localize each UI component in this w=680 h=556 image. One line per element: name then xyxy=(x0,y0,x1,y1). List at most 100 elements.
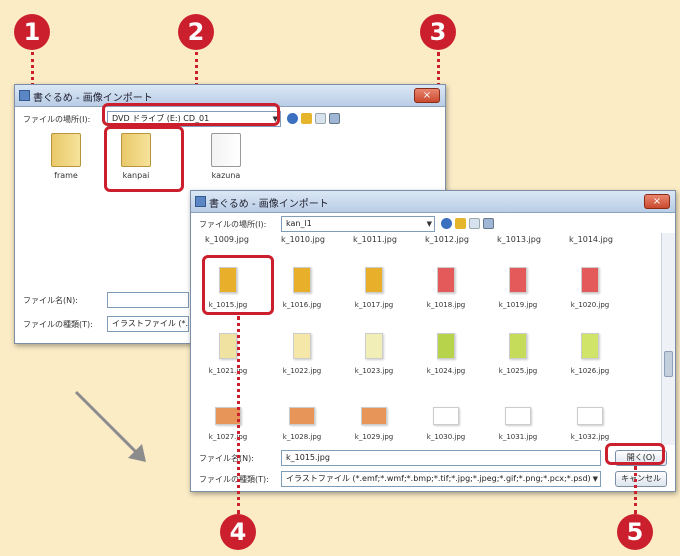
highlight-folder xyxy=(104,126,184,192)
thumbnail xyxy=(437,267,455,293)
file-name: k_1019.jpg xyxy=(498,301,538,309)
file-item[interactable]: k_1027.jpg xyxy=(193,403,263,441)
file-item[interactable]: k_1019.jpg xyxy=(483,267,553,309)
step-badge-5: 5 xyxy=(617,514,653,550)
up-folder-icon[interactable] xyxy=(301,113,312,124)
highlight-selected-file xyxy=(202,255,274,315)
chevron-down-icon: ▼ xyxy=(592,475,598,483)
file-item[interactable]: k_1022.jpg xyxy=(267,333,337,375)
location-label: ファイルの場所(I): xyxy=(23,115,91,124)
folder-label: frame xyxy=(54,171,78,180)
filename-value: k_1015.jpg xyxy=(286,453,330,462)
app-icon xyxy=(195,196,206,207)
file-name: k_1024.jpg xyxy=(426,367,466,375)
view-menu-icon[interactable] xyxy=(329,113,340,124)
file-item[interactable]: k_1017.jpg xyxy=(339,267,409,309)
file-name: k_1023.jpg xyxy=(354,367,394,375)
thumbnail xyxy=(433,407,459,425)
file-item[interactable]: k_1026.jpg xyxy=(555,333,625,375)
cancel-button[interactable]: キャンセル xyxy=(615,471,667,487)
file-name: k_1029.jpg xyxy=(354,433,394,441)
folder-item[interactable]: frame xyxy=(41,133,91,180)
thumbnail xyxy=(289,407,315,425)
thumbnail xyxy=(361,407,387,425)
thumbnail xyxy=(219,333,237,359)
back-icon[interactable] xyxy=(441,218,452,229)
thumbnail xyxy=(509,267,527,293)
thumbnail xyxy=(365,333,383,359)
step-badge-1: 1 xyxy=(14,14,50,50)
step-badge-2: 2 xyxy=(178,14,214,50)
filetype-combo[interactable]: イラストファイル (*.emf;* xyxy=(107,316,189,332)
highlight-open-button xyxy=(605,443,665,465)
view-menu-icon[interactable] xyxy=(483,218,494,229)
file-item[interactable]: k_1028.jpg xyxy=(267,403,337,441)
thumbnail xyxy=(581,267,599,293)
toolbar xyxy=(287,113,340,124)
titlebar: 書ぐるめ - 画像インポート × xyxy=(191,191,675,213)
callout-line-1 xyxy=(31,52,34,86)
new-folder-icon[interactable] xyxy=(315,113,326,124)
filetype-value: イラストファイル (*.emf;* xyxy=(112,319,189,328)
up-folder-icon[interactable] xyxy=(455,218,466,229)
file-name: k_1016.jpg xyxy=(282,301,322,309)
filename-field[interactable] xyxy=(107,292,189,308)
file-item[interactable]: k_1029.jpg xyxy=(339,403,409,441)
location-value: kan_l1 xyxy=(286,219,312,228)
filetype-combo[interactable]: イラストファイル (*.emf;*.wmf;*.bmp;*.tif;*.jpg;… xyxy=(281,471,601,487)
callout-line-5 xyxy=(634,466,637,514)
close-button[interactable]: × xyxy=(644,194,670,209)
file-name: k_1032.jpg xyxy=(570,433,610,441)
location-label: ファイルの場所(I): xyxy=(199,220,267,229)
file-item[interactable]: k_1030.jpg xyxy=(411,403,481,441)
thumbnail xyxy=(365,267,383,293)
back-icon[interactable] xyxy=(287,113,298,124)
filetype-label: ファイルの種類(T): xyxy=(199,475,269,484)
filename-label: ファイル名(N): xyxy=(199,454,254,463)
step-badge-3: 3 xyxy=(420,14,456,50)
file-name[interactable]: k_1012.jpg xyxy=(425,235,469,244)
app-icon xyxy=(19,90,30,101)
file-item[interactable]: k_1024.jpg xyxy=(411,333,481,375)
new-folder-icon[interactable] xyxy=(469,218,480,229)
file-item[interactable]: k_1023.jpg xyxy=(339,333,409,375)
folder-label: kazuna xyxy=(211,171,241,180)
filetype-value: イラストファイル (*.emf;*.wmf;*.bmp;*.tif;*.jpg;… xyxy=(286,474,591,483)
file-item[interactable]: k_1021.jpg xyxy=(193,333,263,375)
chevron-down-icon: ▼ xyxy=(426,220,432,228)
scrollbar-thumb[interactable] xyxy=(664,351,673,377)
file-name[interactable]: k_1010.jpg xyxy=(281,235,325,244)
file-name[interactable]: k_1011.jpg xyxy=(353,235,397,244)
file-item[interactable]: k_1031.jpg xyxy=(483,403,553,441)
file-name: k_1031.jpg xyxy=(498,433,538,441)
file-name: k_1017.jpg xyxy=(354,301,394,309)
file-item[interactable]: k_1016.jpg xyxy=(267,267,337,309)
file-item[interactable]: k_1032.jpg xyxy=(555,403,625,441)
dialog-title: 書ぐるめ - 画像インポート xyxy=(33,93,153,104)
thumbnail xyxy=(293,333,311,359)
folder-item[interactable]: kazuna xyxy=(201,133,251,180)
file-name: k_1027.jpg xyxy=(208,433,248,441)
file-name[interactable]: k_1014.jpg xyxy=(569,235,613,244)
file-name[interactable]: k_1009.jpg xyxy=(205,235,249,244)
file-name: k_1022.jpg xyxy=(282,367,322,375)
file-name[interactable]: k_1013.jpg xyxy=(497,235,541,244)
file-name: k_1020.jpg xyxy=(570,301,610,309)
close-button[interactable]: × xyxy=(414,88,440,103)
location-combo[interactable]: kan_l1 ▼ xyxy=(281,216,435,232)
file-item[interactable]: k_1020.jpg xyxy=(555,267,625,309)
callout-line-4 xyxy=(237,316,240,514)
vertical-scrollbar[interactable] xyxy=(661,233,675,445)
file-item[interactable]: k_1025.jpg xyxy=(483,333,553,375)
folder-icon xyxy=(211,133,241,167)
step-badge-4: 4 xyxy=(220,514,256,550)
file-name: k_1026.jpg xyxy=(570,367,610,375)
file-item[interactable]: k_1018.jpg xyxy=(411,267,481,309)
file-name: k_1028.jpg xyxy=(282,433,322,441)
toolbar xyxy=(441,218,494,229)
file-name: k_1021.jpg xyxy=(208,367,248,375)
arrow-icon xyxy=(74,390,146,462)
folder-icon xyxy=(51,133,81,167)
filename-field[interactable]: k_1015.jpg xyxy=(281,450,601,466)
thumbnail xyxy=(581,333,599,359)
